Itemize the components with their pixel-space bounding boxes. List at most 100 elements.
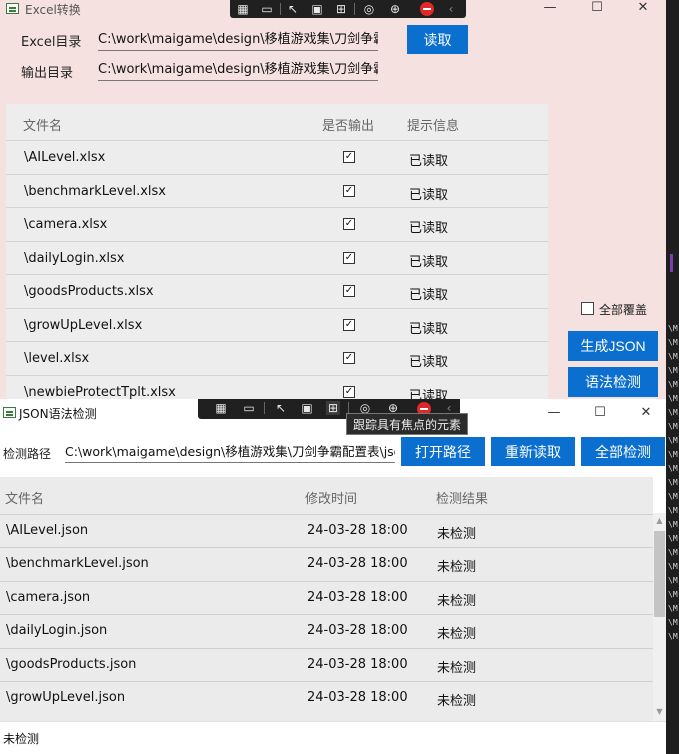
generate-json-button[interactable]: 生成JSON bbox=[568, 331, 658, 361]
overwrite-all-label: 全部覆盖 bbox=[599, 303, 648, 317]
status-cell: 已读取 bbox=[409, 389, 449, 400]
background-text-glyph: \M bbox=[668, 380, 678, 389]
table-row[interactable]: \benchmarkLevel.json 24-03-28 18:00 未检测 bbox=[0, 547, 653, 581]
settings-list-icon[interactable]: ▦ bbox=[236, 2, 250, 16]
camera-icon[interactable]: ▭ bbox=[260, 2, 274, 16]
minimize-button[interactable]: — bbox=[527, 0, 573, 17]
check-result-cell: 未检测 bbox=[437, 627, 477, 642]
background-text-glyph: \M bbox=[668, 464, 678, 473]
column-header-check-result[interactable]: 检测结果 bbox=[436, 488, 488, 507]
tooltip: 跟踪具有焦点的元素 bbox=[346, 413, 468, 435]
table-row[interactable]: \AILevel.xlsx ✓ 已读取 bbox=[6, 140, 548, 174]
output-dir-input[interactable]: C:\work\maigame\design\移植游戏集\刀剑争霸配 bbox=[98, 60, 378, 81]
select-box-icon[interactable]: ▣ bbox=[300, 401, 314, 415]
highlight-icon[interactable]: ◎ bbox=[362, 2, 376, 16]
file-name-cell: \level.xlsx bbox=[24, 351, 90, 366]
output-checkbox[interactable]: ✓ bbox=[343, 151, 355, 163]
file-name-cell: \camera.xlsx bbox=[24, 217, 108, 232]
maximize-button[interactable]: ☐ bbox=[574, 0, 620, 17]
accessibility-icon[interactable]: ⊕ bbox=[388, 2, 402, 16]
file-name-cell: \AILevel.xlsx bbox=[24, 150, 106, 165]
read-button[interactable]: 读取 bbox=[407, 25, 468, 54]
background-text-glyph: \M bbox=[668, 366, 678, 375]
background-text-glyph: \M bbox=[668, 492, 678, 501]
background-text-glyph: \M bbox=[668, 618, 678, 627]
separator bbox=[264, 402, 265, 414]
chevron-left-icon[interactable]: ‹ bbox=[444, 2, 458, 16]
output-checkbox[interactable]: ✓ bbox=[343, 352, 355, 364]
track-focus-icon[interactable]: ⊞ bbox=[334, 2, 348, 16]
file-name-cell: \benchmarkLevel.json bbox=[6, 556, 149, 571]
file-name-cell: \goodsProducts.json bbox=[6, 657, 137, 672]
cursor-icon[interactable]: ↖ bbox=[274, 401, 288, 415]
column-header-output[interactable]: 是否输出 bbox=[322, 115, 374, 134]
table-row[interactable]: \newbieProtectTplt.xlsx ✓ 已读取 bbox=[6, 375, 548, 400]
table-row[interactable]: \growUpLevel.json 24-03-28 18:00 未检测 bbox=[0, 681, 653, 715]
check-path-label: 检测路径 bbox=[3, 447, 52, 461]
check-path-input[interactable]: C:\work\maigame\design\移植游戏集\刀剑争霸配置表\jso… bbox=[65, 442, 395, 463]
file-name-cell: \dailyLogin.xlsx bbox=[24, 251, 125, 266]
output-checkbox[interactable]: ✓ bbox=[343, 386, 355, 398]
syntax-check-button[interactable]: 语法检测 bbox=[568, 367, 658, 397]
background-text-glyph: \M bbox=[668, 562, 678, 571]
cursor-icon[interactable]: ↖ bbox=[286, 2, 300, 16]
minimize-button[interactable]: — bbox=[531, 404, 577, 422]
overwrite-all-checkbox[interactable] bbox=[581, 302, 594, 315]
track-focus-icon[interactable]: ⊞ bbox=[326, 401, 340, 415]
background-text-glyph: \M bbox=[668, 576, 678, 585]
reload-button[interactable]: 重新读取 bbox=[491, 437, 575, 466]
open-path-button[interactable]: 打开路径 bbox=[401, 437, 485, 466]
table-row[interactable]: \dailyLogin.json 24-03-28 18:00 未检测 bbox=[0, 614, 653, 648]
background-text-glyph: \M bbox=[668, 352, 678, 361]
output-checkbox[interactable]: ✓ bbox=[343, 319, 355, 331]
scroll-up-icon[interactable]: ▲ bbox=[653, 515, 666, 527]
excel-dir-input[interactable]: C:\work\maigame\design\移植游戏集\刀剑争霸配 bbox=[98, 30, 378, 51]
modified-time-cell: 24-03-28 18:00 bbox=[307, 690, 408, 705]
separator bbox=[280, 3, 281, 15]
background-text-glyph: \M bbox=[668, 520, 678, 529]
output-checkbox[interactable]: ✓ bbox=[343, 218, 355, 230]
close-button[interactable]: ✕ bbox=[623, 404, 666, 422]
background-text-glyph: \M bbox=[668, 394, 678, 403]
window-title: JSON语法检测 bbox=[19, 407, 97, 421]
select-box-icon[interactable]: ▣ bbox=[310, 2, 324, 16]
column-header-filename[interactable]: 文件名 bbox=[23, 115, 62, 134]
check-result-cell: 未检测 bbox=[437, 527, 477, 542]
background-text-glyph: \M bbox=[668, 324, 678, 333]
background-text-glyph: \M bbox=[668, 450, 678, 459]
table-scrollbar[interactable]: ▲ ▼ bbox=[653, 513, 666, 721]
table-row[interactable]: \camera.xlsx ✓ 已读取 bbox=[6, 207, 548, 241]
background-window-strip: \M \M \M \M \M \M \M \M \M \M \M \M \M \M \M \M \M \M \M \M… bbox=[666, 0, 679, 754]
output-checkbox[interactable]: ✓ bbox=[343, 285, 355, 297]
table-row[interactable]: \goodsProducts.json 24-03-28 18:00 未检测 bbox=[0, 648, 653, 682]
table-row[interactable]: \level.xlsx ✓ 已读取 bbox=[6, 341, 548, 375]
background-text-glyph: \M bbox=[668, 604, 678, 613]
column-header-message[interactable]: 提示信息 bbox=[407, 115, 459, 134]
output-checkbox[interactable]: ✓ bbox=[343, 185, 355, 197]
check-all-button[interactable]: 全部检测 bbox=[581, 437, 665, 466]
settings-list-icon[interactable]: ▦ bbox=[214, 401, 228, 415]
table-row[interactable]: \dailyLogin.xlsx ✓ 已读取 bbox=[6, 241, 548, 275]
close-button[interactable]: ✕ bbox=[620, 0, 666, 17]
column-header-filename[interactable]: 文件名 bbox=[5, 488, 44, 507]
modified-time-cell: 24-03-28 18:00 bbox=[307, 556, 408, 571]
excel-file-table: 文件名 是否输出 提示信息 \AILevel.xlsx ✓ 已读取 \bench… bbox=[6, 104, 548, 400]
table-row[interactable]: \goodsProducts.xlsx ✓ 已读取 bbox=[6, 274, 548, 308]
scroll-down-icon[interactable]: ▼ bbox=[653, 706, 666, 718]
maximize-button[interactable]: ☐ bbox=[577, 404, 623, 422]
output-dir-label: 输出目录 bbox=[21, 66, 74, 81]
table-row[interactable]: \camera.json 24-03-28 18:00 未检测 bbox=[0, 581, 653, 615]
file-name-cell: \growUpLevel.xlsx bbox=[24, 318, 143, 333]
table-row[interactable]: \benchmarkLevel.xlsx ✓ 已读取 bbox=[6, 174, 548, 208]
table-row[interactable]: \AILevel.json 24-03-28 18:00 未检测 bbox=[0, 514, 653, 548]
table-row[interactable]: \growUpLevel.xlsx ✓ 已读取 bbox=[6, 308, 548, 342]
output-checkbox[interactable]: ✓ bbox=[343, 252, 355, 264]
json-file-table: 文件名 修改时间 检测结果 \AILevel.json 24-03-28 18:… bbox=[0, 477, 653, 721]
file-name-cell: \goodsProducts.xlsx bbox=[24, 284, 154, 299]
scrollbar-thumb[interactable] bbox=[654, 531, 665, 617]
stop-icon[interactable] bbox=[420, 2, 434, 16]
camera-icon[interactable]: ▭ bbox=[242, 401, 256, 415]
background-text-glyph: \M bbox=[668, 436, 678, 445]
app-icon bbox=[3, 407, 16, 418]
column-header-modified-time[interactable]: 修改时间 bbox=[305, 488, 357, 507]
